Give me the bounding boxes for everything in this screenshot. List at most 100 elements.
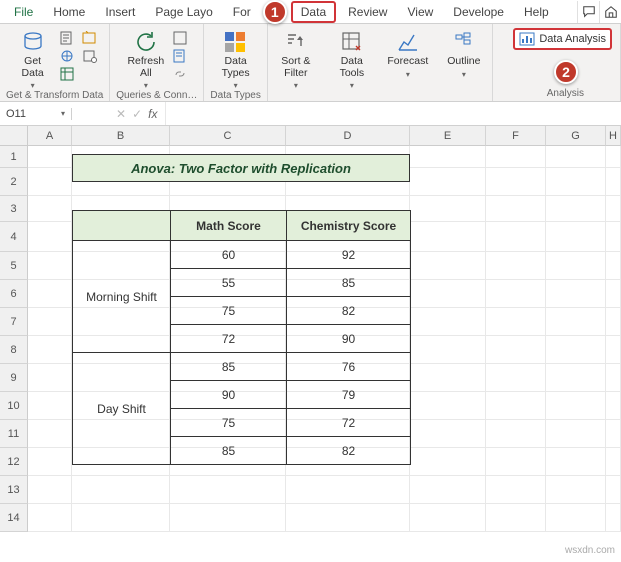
- queries-icon[interactable]: [172, 30, 190, 46]
- col-header[interactable]: F: [486, 126, 546, 146]
- row-header[interactable]: 9: [0, 364, 28, 392]
- tab-formulas[interactable]: For: [223, 1, 261, 23]
- cell[interactable]: [486, 476, 546, 504]
- cell[interactable]: [28, 146, 72, 168]
- cell[interactable]: [28, 504, 72, 532]
- cell[interactable]: [410, 146, 486, 168]
- cell[interactable]: [546, 280, 606, 308]
- cell[interactable]: [606, 196, 621, 222]
- sort-filter-button[interactable]: Sort &Filter ▾: [274, 26, 318, 90]
- col-header[interactable]: C: [170, 126, 286, 146]
- cell[interactable]: [486, 420, 546, 448]
- col-header[interactable]: H: [606, 126, 621, 146]
- cell[interactable]: [546, 168, 606, 196]
- cell[interactable]: [28, 308, 72, 336]
- cell[interactable]: [410, 252, 486, 280]
- cell[interactable]: [486, 196, 546, 222]
- cell[interactable]: [486, 168, 546, 196]
- outline-button[interactable]: Outline ▾: [442, 26, 486, 79]
- comments-icon[interactable]: [577, 1, 599, 23]
- fx-icon[interactable]: fx: [148, 107, 157, 121]
- cell[interactable]: [28, 392, 72, 420]
- cell[interactable]: [486, 280, 546, 308]
- cell[interactable]: [72, 476, 170, 504]
- cell[interactable]: [410, 392, 486, 420]
- cell[interactable]: [28, 420, 72, 448]
- cell[interactable]: [410, 308, 486, 336]
- cell[interactable]: [606, 252, 621, 280]
- tab-data[interactable]: Data: [291, 1, 336, 23]
- enter-icon[interactable]: ✓: [132, 107, 142, 121]
- col-header[interactable]: E: [410, 126, 486, 146]
- cell[interactable]: [546, 252, 606, 280]
- cell[interactable]: [606, 168, 621, 196]
- cell[interactable]: [486, 392, 546, 420]
- col-header[interactable]: D: [286, 126, 410, 146]
- cell[interactable]: [28, 280, 72, 308]
- row-header[interactable]: 8: [0, 336, 28, 364]
- cell[interactable]: [286, 504, 410, 532]
- cell[interactable]: [486, 364, 546, 392]
- row-header[interactable]: 3: [0, 196, 28, 222]
- col-header[interactable]: A: [28, 126, 72, 146]
- cell[interactable]: [606, 448, 621, 476]
- cell[interactable]: [546, 222, 606, 252]
- cell[interactable]: [28, 336, 72, 364]
- cell[interactable]: [546, 336, 606, 364]
- tab-home[interactable]: Home: [43, 1, 95, 23]
- cell[interactable]: [546, 476, 606, 504]
- cell[interactable]: [28, 222, 72, 252]
- row-header[interactable]: 2: [0, 168, 28, 196]
- edit-links-icon[interactable]: [172, 66, 190, 82]
- data-types-button[interactable]: DataTypes ▾: [214, 26, 258, 90]
- recent-sources-icon[interactable]: [81, 30, 99, 46]
- cell[interactable]: [486, 146, 546, 168]
- cell[interactable]: [28, 168, 72, 196]
- cell[interactable]: [170, 476, 286, 504]
- col-header[interactable]: B: [72, 126, 170, 146]
- tab-page-layout[interactable]: Page Layo: [145, 1, 222, 23]
- row-header[interactable]: 7: [0, 308, 28, 336]
- cell[interactable]: [72, 504, 170, 532]
- data-tools-button[interactable]: DataTools ▾: [330, 26, 374, 90]
- select-all-corner[interactable]: [0, 126, 28, 146]
- cell[interactable]: [410, 364, 486, 392]
- cell[interactable]: [546, 420, 606, 448]
- cell[interactable]: [486, 336, 546, 364]
- forecast-button[interactable]: Forecast ▾: [386, 26, 430, 79]
- row-header[interactable]: 11: [0, 420, 28, 448]
- cell[interactable]: [410, 476, 486, 504]
- cancel-icon[interactable]: ✕: [116, 107, 126, 121]
- worksheet-grid[interactable]: A B C D E F G H 1234567891011121314 Anov…: [0, 126, 621, 532]
- cell[interactable]: [486, 222, 546, 252]
- cell[interactable]: [606, 308, 621, 336]
- row-header[interactable]: 5: [0, 252, 28, 280]
- cell[interactable]: [28, 252, 72, 280]
- cell[interactable]: [170, 504, 286, 532]
- data-analysis-button[interactable]: Data Analysis: [513, 28, 612, 50]
- cell[interactable]: [486, 504, 546, 532]
- cell[interactable]: [546, 392, 606, 420]
- properties-icon[interactable]: [172, 48, 190, 64]
- cell[interactable]: [410, 336, 486, 364]
- cell[interactable]: [410, 168, 486, 196]
- cell[interactable]: [606, 504, 621, 532]
- get-data-button[interactable]: GetData ▾: [11, 26, 55, 90]
- tab-view[interactable]: View: [397, 1, 443, 23]
- cell[interactable]: [410, 420, 486, 448]
- cell[interactable]: [546, 146, 606, 168]
- from-text-icon[interactable]: [59, 30, 77, 46]
- cell[interactable]: [486, 252, 546, 280]
- cell[interactable]: [606, 280, 621, 308]
- cell[interactable]: [546, 364, 606, 392]
- from-table-icon[interactable]: [59, 66, 77, 82]
- tab-review[interactable]: Review: [338, 1, 397, 23]
- cell[interactable]: [606, 476, 621, 504]
- cell[interactable]: [28, 476, 72, 504]
- cell[interactable]: [606, 146, 621, 168]
- existing-conn-icon[interactable]: [81, 48, 99, 64]
- cell[interactable]: [410, 504, 486, 532]
- row-header[interactable]: 14: [0, 504, 28, 532]
- cell[interactable]: [606, 364, 621, 392]
- cell[interactable]: [486, 448, 546, 476]
